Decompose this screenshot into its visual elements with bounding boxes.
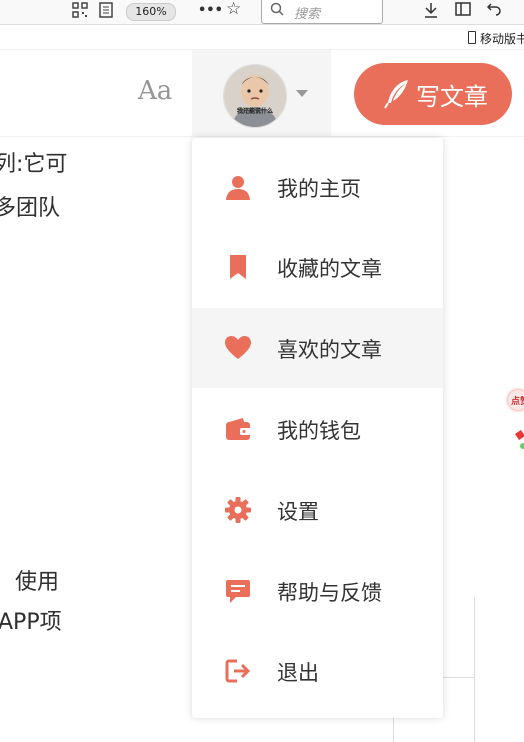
- browser-toolbar: 160% ••• ☆ 搜索: [0, 0, 524, 25]
- article-text-line: 使用: [15, 570, 60, 595]
- article-text-line: 多团队: [0, 196, 61, 221]
- menu-item-help-feedback[interactable]: 帮助与反馈: [192, 551, 443, 631]
- menu-item-label: 喜欢的文章: [277, 338, 382, 362]
- gear-icon: [225, 497, 251, 523]
- download-icon[interactable]: [424, 2, 438, 24]
- menu-item-label: 设置: [277, 500, 319, 524]
- user-menu-trigger[interactable]: 我还能说什么: [192, 50, 331, 136]
- reader-view-icon[interactable]: [99, 2, 113, 24]
- menu-item-label: 收藏的文章: [277, 257, 382, 281]
- mobile-bookmarks-link[interactable]: 移动版书: [468, 30, 524, 47]
- avatar[interactable]: 我还能说什么: [223, 64, 287, 128]
- side-badge-text: 点赞: [511, 397, 524, 407]
- phone-icon: [468, 31, 476, 44]
- chevron-down-icon: [296, 90, 308, 97]
- feedback-icon: [225, 578, 251, 604]
- menu-item-collected-articles[interactable]: 收藏的文章: [192, 227, 443, 307]
- bookmarks-bar: 移动版书: [0, 25, 524, 50]
- heart-icon: [225, 335, 251, 361]
- logout-icon: [225, 658, 251, 684]
- menu-item-my-homepage[interactable]: 我的主页: [192, 147, 443, 227]
- zoom-level[interactable]: 160%: [126, 3, 176, 21]
- menu-item-label: 帮助与反馈: [277, 581, 382, 605]
- more-icon[interactable]: •••: [198, 2, 223, 20]
- user-icon: [225, 174, 251, 200]
- menu-item-logout[interactable]: 退出: [192, 631, 443, 711]
- star-icon[interactable]: ☆: [226, 0, 241, 18]
- article-text-line: 列:它可: [0, 152, 68, 177]
- search-input[interactable]: 搜索: [261, 0, 383, 24]
- menu-item-label: 我的钱包: [277, 419, 361, 443]
- write-article-button[interactable]: 写文章: [354, 63, 512, 125]
- side-gift-icon[interactable]: [513, 428, 524, 454]
- search-placeholder: 搜索: [294, 7, 321, 22]
- feather-pen-icon: [384, 79, 410, 115]
- mobile-bookmarks-label: 移动版书: [480, 32, 524, 46]
- bookmark-icon: [225, 254, 251, 280]
- menu-item-settings[interactable]: 设置: [192, 470, 443, 550]
- menu-item-label: 退出: [277, 661, 319, 685]
- menu-item-label: 我的主页: [277, 177, 361, 201]
- sidebar-toggle-icon[interactable]: [455, 2, 471, 22]
- user-dropdown-menu: 我的主页 收藏的文章 喜欢的文章 我的钱包 设置 帮助与反馈 退出: [192, 138, 443, 718]
- menu-item-my-wallet[interactable]: 我的钱包: [192, 389, 443, 469]
- undo-icon[interactable]: [486, 2, 501, 22]
- write-article-label: 写文章: [416, 83, 488, 111]
- article-text-line: APP项: [0, 610, 62, 635]
- wallet-icon: [225, 416, 251, 442]
- site-navbar: Aa 我还能说什么 写文章: [0, 50, 524, 137]
- font-settings-button[interactable]: Aa: [138, 76, 172, 106]
- menu-item-liked-articles[interactable]: 喜欢的文章: [192, 308, 443, 388]
- side-badge[interactable]: 点赞: [508, 390, 524, 410]
- search-icon: [270, 2, 284, 20]
- avatar-caption: 我还能说什么: [237, 107, 273, 115]
- qr-code-icon[interactable]: [72, 2, 88, 24]
